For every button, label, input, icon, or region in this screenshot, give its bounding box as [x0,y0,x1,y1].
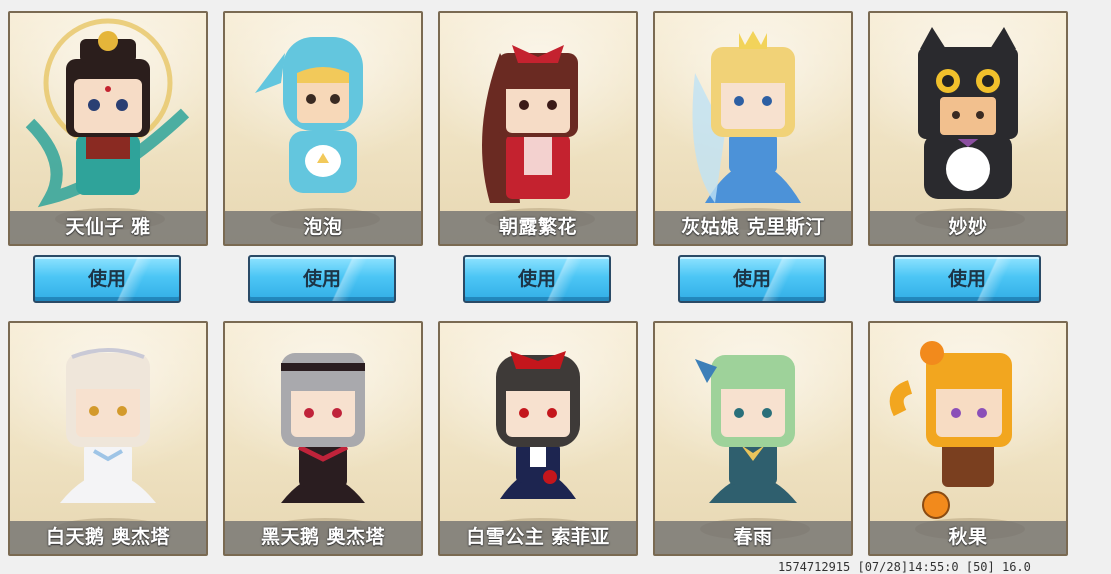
character-name: 妙妙 [870,211,1066,244]
character-name: 黑天鹅 奥杰塔 [225,521,421,554]
character-avatar-image [496,351,580,499]
character-name: 白天鹅 奥杰塔 [10,521,206,554]
debug-info-text: 1574712915 [07/28]14:55:0 [50] 16.0 [778,560,1031,574]
character-name: 泡泡 [225,211,421,244]
use-button-label: 使用 [87,268,126,290]
character-name: 秋果 [870,521,1066,554]
character-card[interactable]: 黑天鹅 奥杰塔 [223,321,423,556]
use-button-label: 使用 [517,268,556,290]
character-avatar-image [482,45,578,203]
character-card[interactable]: 白天鹅 奥杰塔 [8,321,208,556]
character-avatar-image [60,348,156,503]
character-avatar-image [692,31,801,203]
character-card[interactable]: 秋果 [868,321,1068,556]
use-button[interactable]: 使用 [33,255,181,303]
character-card[interactable]: 春雨 [653,321,853,556]
use-button[interactable]: 使用 [463,255,611,303]
character-avatar-image [281,353,365,503]
character-card[interactable]: 泡泡 [223,11,423,246]
character-avatar-image [918,27,1018,199]
character-avatar-image [255,37,363,193]
use-button[interactable]: 使用 [893,255,1041,303]
use-button-label: 使用 [947,268,986,290]
character-card[interactable]: 天仙子 雅 [8,11,208,246]
use-button[interactable]: 使用 [248,255,396,303]
character-name: 白雪公主 索菲亚 [440,521,636,554]
character-name: 春雨 [655,521,851,554]
character-card[interactable]: 妙妙 [868,11,1068,246]
character-name: 朝露繁花 [440,211,636,244]
use-button[interactable]: 使用 [678,255,826,303]
character-avatar-image [695,355,797,503]
character-card[interactable]: 朝露繁花 [438,11,638,246]
use-button-label: 使用 [302,268,341,290]
character-card[interactable]: 白雪公主 索菲亚 [438,321,638,556]
character-card[interactable]: 灰姑娘 克里斯汀 [653,11,853,246]
use-button-label: 使用 [732,268,771,290]
character-name: 天仙子 雅 [10,211,206,244]
character-avatar-image [889,341,1012,519]
character-name: 灰姑娘 克里斯汀 [655,211,851,244]
character-avatar-image [25,18,190,208]
